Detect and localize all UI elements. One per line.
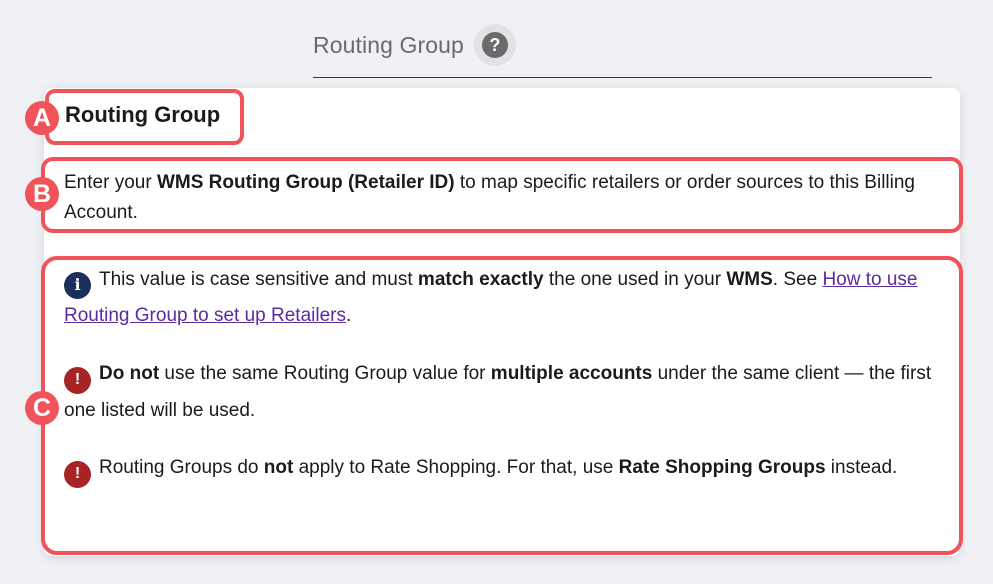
help-icon[interactable]: ?	[473, 24, 516, 66]
stage: Routing Group ? Routing Group Enter your…	[0, 0, 993, 584]
marker-c: C	[25, 391, 59, 425]
marker-a: A	[25, 101, 59, 135]
marker-b: B	[25, 177, 59, 211]
highlight-box-c	[41, 256, 963, 555]
routing-group-field-label: Routing Group ?	[313, 24, 516, 66]
routing-group-input[interactable]	[313, 77, 932, 78]
question-mark-icon: ?	[481, 32, 508, 58]
field-label-text: Routing Group	[313, 31, 464, 58]
highlight-box-a	[45, 89, 244, 145]
highlight-box-b	[41, 157, 963, 233]
